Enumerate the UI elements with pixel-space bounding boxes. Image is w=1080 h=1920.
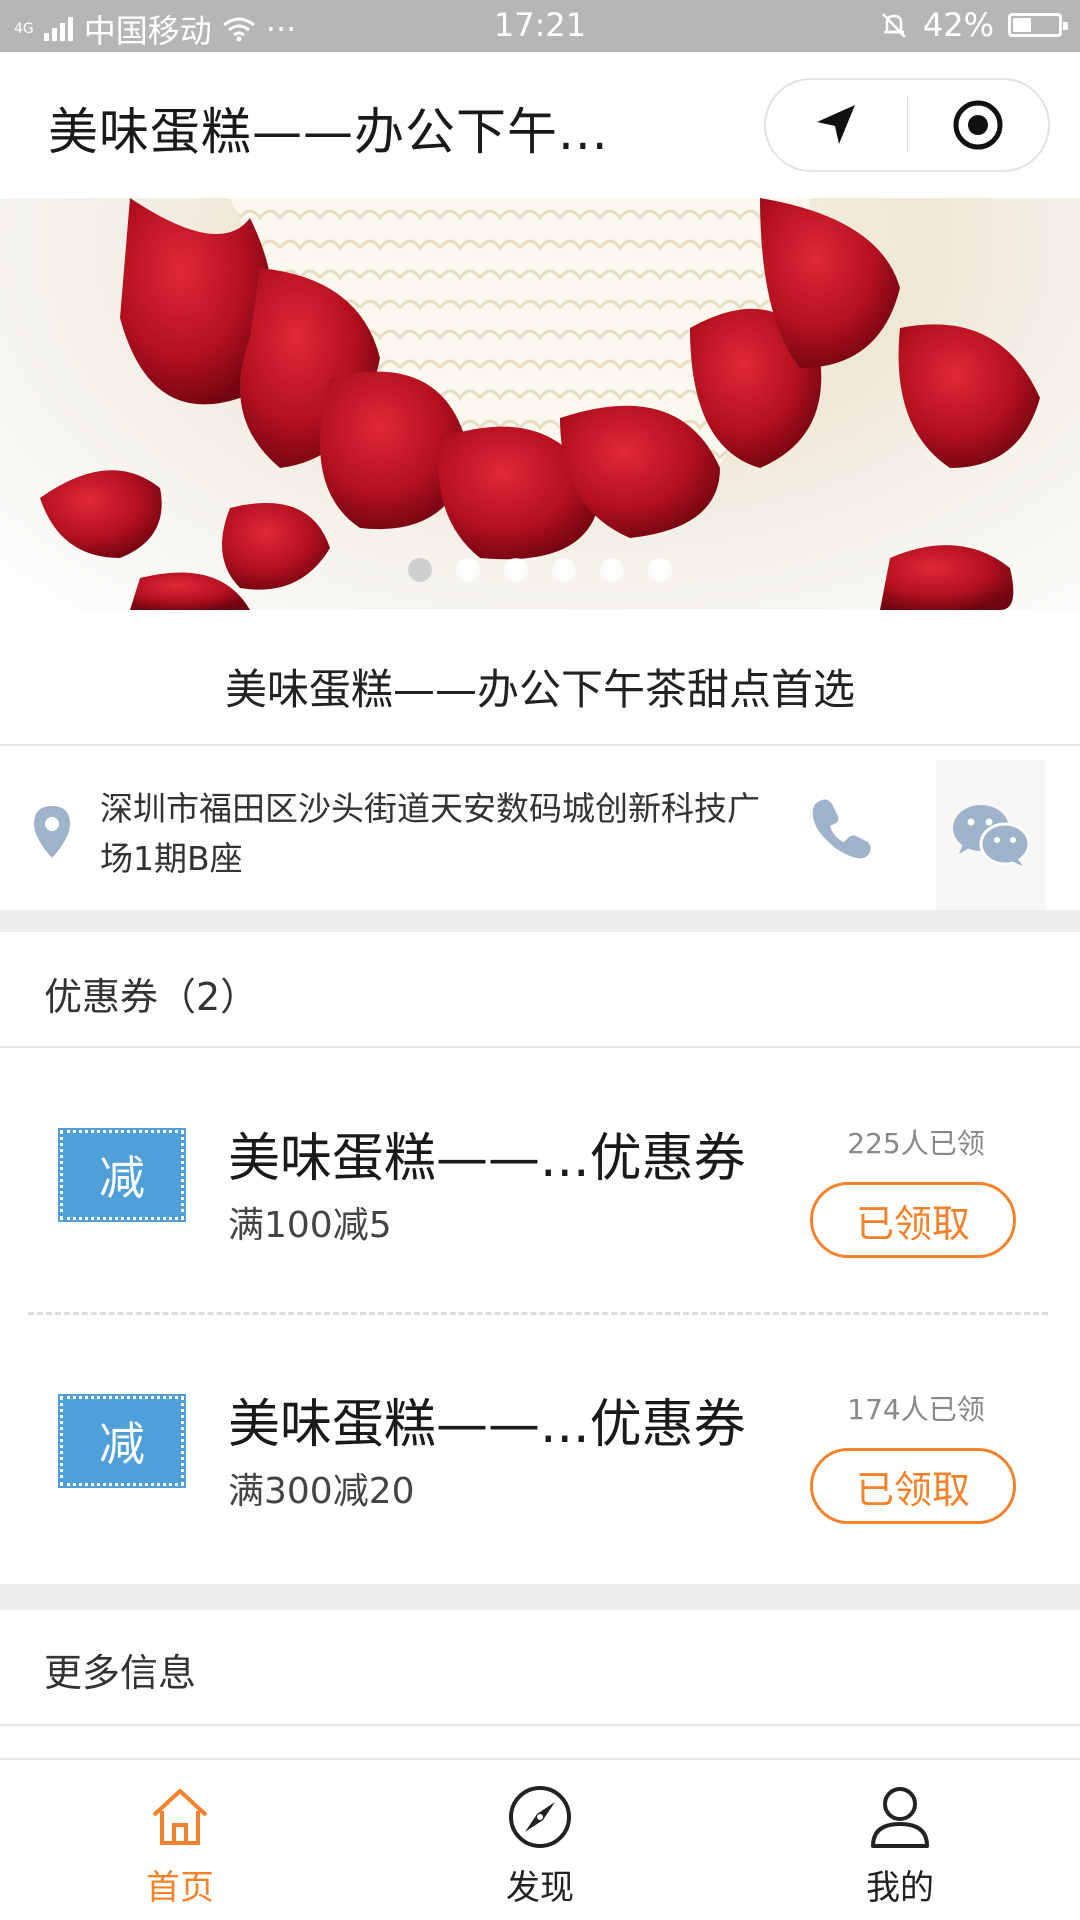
battery-percent: 42% <box>922 6 994 44</box>
coupon-badge: 减 <box>58 1128 186 1222</box>
tab-label: 发现 <box>506 1868 574 1908</box>
divider <box>0 1046 1080 1048</box>
carousel-dot[interactable] <box>648 558 672 582</box>
coupon-section-title: 优惠券（2） <box>44 975 259 1019</box>
home-icon <box>148 1782 212 1852</box>
tab-bar: 首页 发现 我的 <box>0 1758 1080 1920</box>
divider <box>0 1724 1080 1726</box>
compass-icon <box>507 1782 573 1852</box>
cake-rose-image <box>40 198 1040 610</box>
banner-carousel[interactable] <box>0 198 1080 610</box>
user-icon <box>867 1782 933 1852</box>
coupon-title: 美味蛋糕——...优惠券 <box>228 1395 746 1455</box>
shop-name: 美味蛋糕——办公下午茶甜点首选 <box>224 665 855 714</box>
coupon-claimed-count: 225人已领 <box>847 1127 985 1160</box>
coupon-rule: 满300减20 <box>228 1471 415 1512</box>
section-gap <box>0 1584 1080 1610</box>
location-button[interactable] <box>766 80 907 170</box>
dashed-divider <box>28 1312 1048 1315</box>
target-circle-icon <box>953 100 1003 150</box>
tab-label: 首页 <box>146 1868 214 1908</box>
battery-icon <box>1008 13 1068 37</box>
coupon-badge: 减 <box>58 1394 186 1488</box>
status-right: 42% <box>879 6 1068 44</box>
carousel-dot[interactable] <box>504 558 528 582</box>
page-title: 美味蛋糕——办公下午... <box>48 103 609 161</box>
coupon-rule: 满100减5 <box>228 1205 392 1246</box>
carousel-dot[interactable] <box>456 558 480 582</box>
wechat-icon <box>953 805 1031 866</box>
navigation-arrow-icon <box>817 105 856 144</box>
nav-bar: 美味蛋糕——办公下午... <box>0 52 1080 198</box>
coupon-claimed-count: 174人已领 <box>847 1393 985 1426</box>
divider <box>0 744 1080 746</box>
map-pin-icon <box>30 804 74 864</box>
battery-nub <box>1063 22 1068 30</box>
tab-mine[interactable]: 我的 <box>720 1760 1080 1920</box>
wechat-button[interactable] <box>936 760 1046 910</box>
carousel-indicators <box>0 558 1080 582</box>
close-button[interactable] <box>907 80 1048 170</box>
phone-icon <box>812 799 871 859</box>
app-screen: 4G 中国移动 ··· 17:21 42% 美味蛋糕——办公下午... 美味蛋糕… <box>0 0 1080 1920</box>
mini-program-capsule <box>764 78 1050 172</box>
status-bar: 4G 中国移动 ··· 17:21 42% <box>0 0 1080 52</box>
carousel-dot[interactable] <box>600 558 624 582</box>
more-info-title[interactable]: 更多信息 <box>44 1642 196 1697</box>
tab-home[interactable]: 首页 <box>0 1760 360 1920</box>
tab-label: 我的 <box>866 1868 934 1908</box>
section-gap <box>0 910 1080 932</box>
carousel-dot[interactable] <box>408 558 432 582</box>
carousel-dot[interactable] <box>552 558 576 582</box>
phone-button[interactable] <box>808 796 874 866</box>
shop-address[interactable]: 深圳市福田区沙头街道天安数码城创新科技广场1期B座 <box>100 784 760 884</box>
coupon-claimed-button[interactable]: 已领取 <box>810 1448 1016 1524</box>
coupon-claimed-button[interactable]: 已领取 <box>810 1182 1016 1258</box>
tab-discover[interactable]: 发现 <box>360 1760 720 1920</box>
silent-bell-icon <box>881 13 906 38</box>
battery-fill <box>1013 18 1032 32</box>
coupon-title: 美味蛋糕——...优惠券 <box>228 1129 746 1189</box>
